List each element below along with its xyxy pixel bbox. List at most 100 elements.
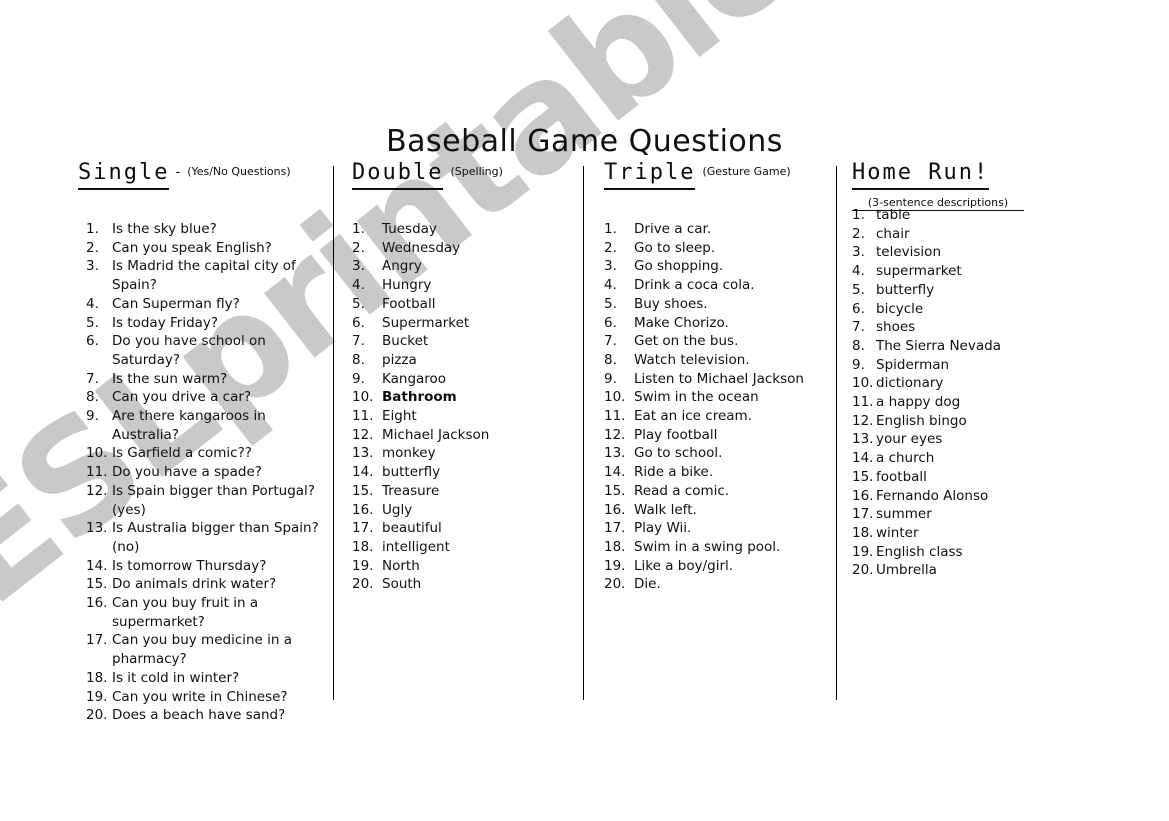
list-item-text: Make Chorizo. bbox=[634, 314, 729, 331]
list-item: 4. Hungry bbox=[352, 276, 577, 295]
list-item: 9. Spiderman bbox=[852, 356, 1067, 375]
list-item: 6. bicycle bbox=[852, 300, 1067, 319]
list-item-number: 2. bbox=[352, 239, 365, 256]
list-item-number: 2. bbox=[604, 239, 617, 256]
list-item-number: 15. bbox=[852, 468, 874, 485]
list-item-text: chair bbox=[876, 225, 910, 242]
list-item: 1. Drive a car. bbox=[604, 220, 832, 239]
list-item-text: Kangaroo bbox=[382, 370, 447, 387]
column-header-homerun: Home Run! (3-sentence descriptions) bbox=[852, 160, 1067, 211]
list-item: 5. Football bbox=[352, 295, 577, 314]
list-item: 3. Angry bbox=[352, 257, 577, 276]
list-item-number: 15. bbox=[352, 482, 374, 499]
list-item-text: Is Madrid the capital city of Spain? bbox=[112, 258, 296, 294]
list-item-text: beautiful bbox=[382, 520, 442, 537]
list-item-number: 20. bbox=[352, 576, 374, 593]
list-item-number: 13. bbox=[86, 520, 108, 537]
list-item-text: Listen to Michael Jackson bbox=[634, 370, 804, 387]
list-item-number: 17. bbox=[604, 520, 626, 537]
list-item-text: Bathroom bbox=[382, 389, 457, 406]
list-item-number: 10. bbox=[852, 375, 874, 392]
list-item-number: 4. bbox=[852, 263, 865, 280]
list-item-number: 7. bbox=[352, 333, 365, 350]
list-item-number: 8. bbox=[604, 351, 617, 368]
list-item-text: Read a comic. bbox=[634, 482, 730, 499]
list-item-text: Hungry bbox=[382, 277, 432, 294]
list-item: 1. Tuesday bbox=[352, 220, 577, 239]
list-item: 2. chair bbox=[852, 225, 1067, 244]
list-item-text: bicycle bbox=[876, 300, 924, 317]
list-item-text: Bucket bbox=[382, 333, 429, 350]
list-item-number: 8. bbox=[352, 351, 365, 368]
list-item: 20. Does a beach have sand? bbox=[78, 706, 328, 725]
list-item-number: 6. bbox=[352, 314, 365, 331]
list-item: 16. Fernando Alonso bbox=[852, 487, 1067, 506]
list-item-number: 16. bbox=[852, 487, 874, 504]
list-item-number: 7. bbox=[604, 333, 617, 350]
column-single: Single - (Yes/No Questions) 1. Is the sky b… bbox=[78, 160, 328, 725]
list-item: 10. Swim in the ocean bbox=[604, 388, 832, 407]
list-item-number: 4. bbox=[604, 277, 617, 294]
list-item-number: 14. bbox=[352, 464, 374, 481]
list-item: 10. Bathroom bbox=[352, 388, 577, 407]
list-item: 12. Michael Jackson bbox=[352, 426, 577, 445]
column-title-homerun: Home Run! bbox=[852, 160, 990, 190]
list-item: 14. butterfly bbox=[352, 463, 577, 482]
list-item: 16. Ugly bbox=[352, 501, 577, 520]
list-item-number: 19. bbox=[86, 688, 108, 705]
list-item: 17. beautiful bbox=[352, 519, 577, 538]
list-item-number: 1. bbox=[352, 221, 365, 237]
list-item-number: 15. bbox=[86, 576, 108, 593]
column-header-single: Single - (Yes/No Questions) bbox=[78, 160, 328, 194]
list-item: 16. Walk left. bbox=[604, 501, 832, 520]
list-item: 3. television bbox=[852, 243, 1067, 262]
list-item-text: Play Wii. bbox=[634, 520, 692, 537]
list-item: 18. winter bbox=[852, 524, 1067, 543]
list-item: 2. Wednesday bbox=[352, 239, 577, 258]
list-item-number: 17. bbox=[852, 506, 874, 523]
list-item-text: Die. bbox=[634, 576, 661, 593]
list-item-text: Drive a car. bbox=[634, 221, 712, 237]
list-item: 20. Die. bbox=[604, 575, 832, 594]
list-item-number: 18. bbox=[852, 524, 874, 541]
list-item-text: a church bbox=[876, 450, 935, 467]
list-item: 14. a church bbox=[852, 449, 1067, 468]
list-item-number: 13. bbox=[352, 445, 374, 462]
list-item-text: intelligent bbox=[382, 538, 450, 555]
list-item-text: Spiderman bbox=[876, 356, 950, 373]
list-item: 17. Play Wii. bbox=[604, 519, 832, 538]
list-item-text: Swim in the ocean bbox=[634, 389, 759, 406]
list-item-number: 10. bbox=[604, 389, 626, 406]
list-item: 8. Can you drive a car? bbox=[78, 388, 328, 407]
list-item: 8. pizza bbox=[352, 351, 577, 370]
list-item-text: television bbox=[876, 244, 941, 261]
list-item-text: Ride a bike. bbox=[634, 464, 714, 481]
list-item-number: 16. bbox=[352, 501, 374, 518]
list-item-text: Walk left. bbox=[634, 501, 697, 518]
list-item: 17. summer bbox=[852, 505, 1067, 524]
list-item-text: Fernando Alonso bbox=[876, 487, 989, 504]
list-item-text: Can you buy medicine in a pharmacy? bbox=[112, 632, 293, 668]
list-item: 11. a happy dog bbox=[852, 393, 1067, 412]
list-item-text: Is tomorrow Thursday? bbox=[112, 557, 267, 574]
list-item: 15. Read a comic. bbox=[604, 482, 832, 501]
list-item-number: 3. bbox=[352, 258, 365, 275]
list-item-text: Can Superman fly? bbox=[112, 295, 240, 312]
list-item-text: Is today Friday? bbox=[112, 314, 219, 331]
list-item-text: Like a boy/girl. bbox=[634, 557, 734, 574]
list-item-number: 7. bbox=[86, 370, 99, 387]
list-item-text: pizza bbox=[382, 351, 417, 368]
list-item-text: Watch television. bbox=[634, 351, 750, 368]
list-item: 18. Is it cold in winter? bbox=[78, 669, 328, 688]
list-item-text: Can you buy fruit in a supermarket? bbox=[112, 595, 259, 630]
list-item: 9. Are there kangaroos in Australia? bbox=[78, 407, 328, 444]
list-item-number: 2. bbox=[852, 225, 865, 242]
list-item-number: 8. bbox=[86, 389, 99, 406]
list-item-text: Is it cold in winter? bbox=[112, 669, 240, 686]
list-item-text: North bbox=[382, 557, 420, 574]
list-item: 19. North bbox=[352, 557, 577, 576]
list-item-number: 13. bbox=[604, 445, 626, 462]
list-item-text: Angry bbox=[382, 258, 422, 275]
column-title-dash: - bbox=[175, 165, 181, 180]
list-item: 12. Play football bbox=[604, 426, 832, 445]
